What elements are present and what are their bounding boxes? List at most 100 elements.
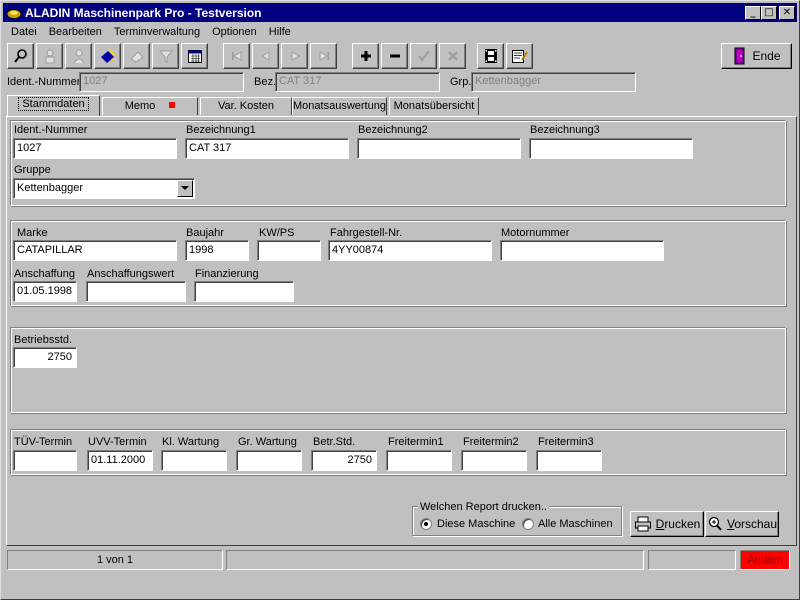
remove-record-button[interactable]	[381, 43, 408, 69]
person-icon	[73, 49, 84, 64]
betriebsstd-field[interactable]: 2750	[13, 347, 77, 368]
freitermin3-field[interactable]	[536, 450, 602, 471]
ident-field[interactable]: 1027	[13, 138, 177, 159]
tab-var-kosten[interactable]: Var. Kosten	[200, 97, 292, 115]
notepad-button[interactable]	[506, 43, 533, 69]
edit-note-button[interactable]	[94, 43, 121, 69]
search-button[interactable]	[7, 43, 34, 69]
menu-optionen[interactable]: Optionen	[206, 24, 263, 42]
gruppe-label: Gruppe	[14, 164, 51, 176]
tab-stammdaten[interactable]: Stammdaten	[7, 95, 100, 116]
bez2-field[interactable]	[357, 138, 521, 159]
bez3-label: Bezeichnung3	[530, 124, 600, 136]
betrstd-label: Betr.Std.	[313, 436, 356, 448]
grwartung-label: Gr. Wartung	[238, 436, 297, 448]
anschaffung-label: Anschaffung	[14, 268, 75, 280]
drucken-button[interactable]: Drucken	[630, 511, 704, 537]
anschaffung-field[interactable]: 01.05.1998	[13, 281, 77, 302]
app-window: ALADIN Maschinenpark Pro - Testversion _…	[0, 0, 800, 600]
gruppe-value: Kettenbagger	[17, 182, 84, 194]
last-record-button[interactable]	[310, 43, 337, 69]
betrstd-field[interactable]: 2750	[311, 450, 377, 471]
header-grp-label: Grp.	[450, 76, 472, 88]
header-bez-field: CAT 317	[275, 72, 440, 92]
tuev-label: TÜV-Termin	[14, 436, 73, 448]
add-record-button[interactable]	[352, 43, 379, 69]
calendar-button[interactable]	[181, 43, 208, 69]
radio-diese-maschine[interactable]	[420, 518, 432, 530]
calendar-icon	[187, 50, 202, 63]
bez3-field[interactable]	[529, 138, 693, 159]
notepad-icon	[511, 50, 528, 63]
cancel-button[interactable]	[439, 43, 466, 69]
radio-alle-maschinen[interactable]	[522, 518, 534, 530]
eraser-button[interactable]	[123, 43, 150, 69]
edit-note-icon	[100, 48, 116, 63]
add-icon	[360, 51, 371, 61]
first-record-button[interactable]	[223, 43, 250, 69]
motornummer-field[interactable]	[500, 240, 664, 261]
baujahr-field[interactable]: 1998	[185, 240, 249, 261]
fahrgestell-label: Fahrgestell-Nr.	[330, 227, 403, 239]
next-record-button[interactable]	[281, 43, 308, 69]
previous-record-button[interactable]	[252, 43, 279, 69]
klwartung-field[interactable]	[161, 450, 227, 471]
bez1-field[interactable]: CAT 317	[185, 138, 349, 159]
radio-diese-maschine-label[interactable]: Diese Maschine	[437, 518, 515, 530]
close-button[interactable]: ✕	[779, 5, 795, 20]
finanzierung-field[interactable]	[194, 281, 294, 302]
fahrgestell-field[interactable]: 4YY00874	[328, 240, 492, 261]
confirm-button[interactable]	[410, 43, 437, 69]
radio-alle-maschinen-label[interactable]: Alle Maschinen	[538, 518, 613, 530]
film-icon	[484, 49, 497, 63]
menu-bearbeiten[interactable]: Bearbeiten	[43, 24, 108, 42]
menu-hilfe[interactable]: Hilfe	[263, 24, 297, 42]
tab-monatsuebersicht[interactable]: Monatsübersicht	[389, 97, 479, 115]
film-button[interactable]	[477, 43, 504, 69]
filter-icon	[158, 50, 173, 63]
klwartung-label: Kl. Wartung	[162, 436, 220, 448]
uvv-label: UVV-Termin	[88, 436, 147, 448]
vorschau-button[interactable]: Vorschau	[705, 511, 779, 537]
anschaffungswert-field[interactable]	[86, 281, 186, 302]
drucken-label: Drucken	[655, 517, 701, 531]
app-logo-icon	[6, 6, 22, 20]
minimize-button[interactable]: _	[745, 5, 761, 20]
grwartung-field[interactable]	[236, 450, 302, 471]
exit-door-icon	[734, 47, 745, 65]
previous-record-icon	[260, 51, 269, 61]
freitermin3-label: Freitermin3	[538, 436, 594, 448]
maximize-button[interactable]: □	[761, 5, 777, 20]
first-record-icon	[231, 51, 241, 61]
tab-monatsauswertung[interactable]: Monatsauswertung	[292, 97, 387, 115]
status-record-count: 1 von 1	[7, 550, 223, 570]
status-message	[226, 550, 644, 570]
menu-terminverwaltung[interactable]: Terminverwaltung	[108, 24, 206, 42]
find-person-icon	[45, 49, 54, 64]
kwps-field[interactable]	[257, 240, 321, 261]
chevron-down-icon	[181, 186, 189, 190]
freitermin1-field[interactable]	[386, 450, 452, 471]
bez1-label: Bezeichnung1	[186, 124, 256, 136]
freitermin1-label: Freitermin1	[388, 436, 444, 448]
header-grp-field: Kettenbagger	[471, 72, 636, 92]
find-person-button[interactable]	[36, 43, 63, 69]
uvv-field[interactable]: 01.11.2000	[87, 450, 153, 471]
filter-button[interactable]	[152, 43, 179, 69]
tab-memo[interactable]: Memo	[102, 97, 198, 115]
person-button[interactable]	[65, 43, 92, 69]
vorschau-label: Vorschau	[726, 517, 778, 531]
bez2-label: Bezeichnung2	[358, 124, 428, 136]
gruppe-dropdown-button[interactable]	[177, 180, 193, 197]
gruppe-dropdown[interactable]: Kettenbagger	[13, 178, 195, 199]
status-info	[648, 550, 736, 570]
tuev-field[interactable]	[13, 450, 77, 471]
freitermin2-field[interactable]	[461, 450, 527, 471]
header-bez-label: Bez.	[254, 76, 277, 88]
marke-field[interactable]: CATAPILLAR	[13, 240, 177, 261]
ende-button[interactable]: Ende	[721, 43, 792, 69]
title-bar[interactable]: ALADIN Maschinenpark Pro - Testversion _…	[3, 3, 797, 22]
header-ident-field: 1027	[79, 72, 244, 92]
menu-datei[interactable]: Datei	[5, 24, 43, 42]
tab-strip: Stammdaten Memo Var. Kosten Monatsauswer…	[7, 95, 795, 116]
